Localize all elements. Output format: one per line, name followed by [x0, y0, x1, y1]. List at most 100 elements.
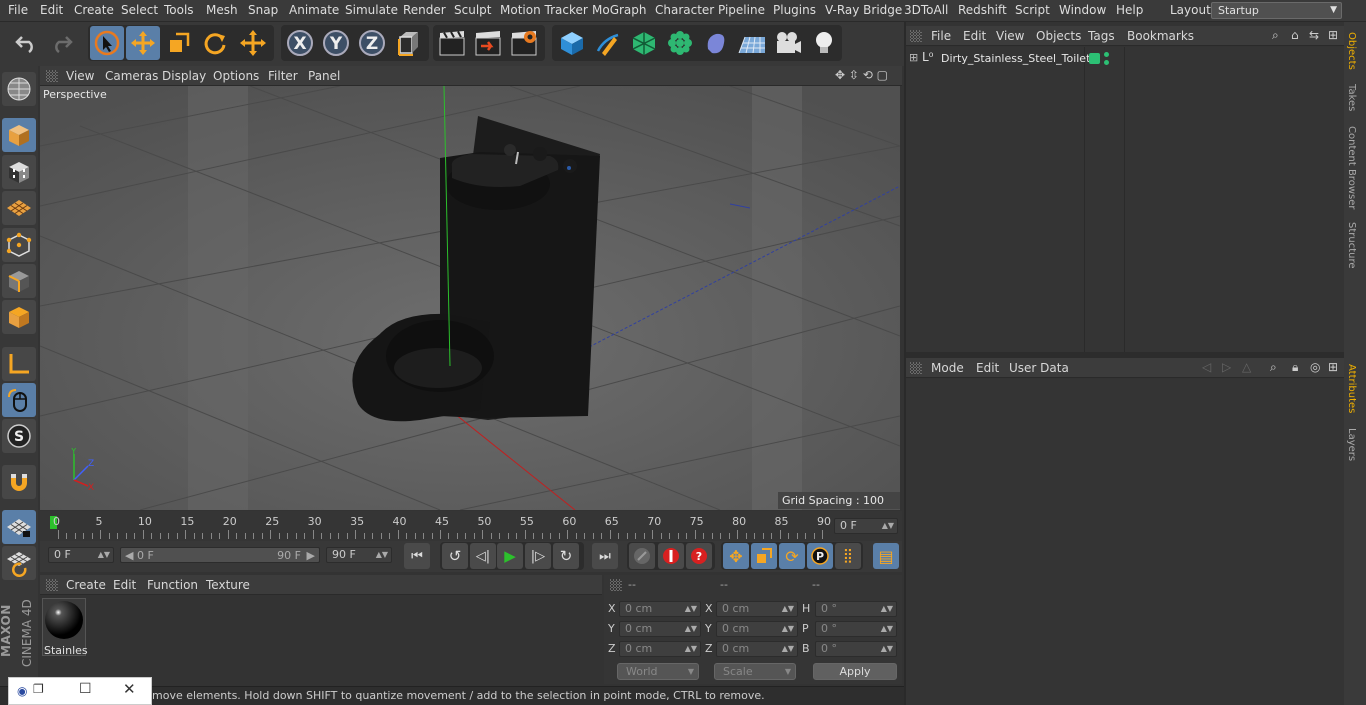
objects-menu-file[interactable]: File: [931, 29, 951, 43]
viewport-menu-view[interactable]: View: [66, 69, 94, 83]
light-button[interactable]: [807, 26, 841, 60]
workplane-button[interactable]: [2, 191, 36, 225]
make-editable-button[interactable]: [2, 72, 36, 106]
size-y-field[interactable]: 0 cm ▲▼: [716, 621, 798, 637]
key-rotation-button[interactable]: ⟳: [779, 543, 805, 569]
lock-icon[interactable]: 🔒︎: [1292, 360, 1298, 375]
tab-attributes[interactable]: Attributes: [1346, 364, 1357, 413]
menu-tools[interactable]: Tools: [164, 3, 194, 17]
autokey-button[interactable]: ?: [686, 543, 712, 569]
key-scale-button[interactable]: [751, 543, 777, 569]
recent-tool-button[interactable]: [236, 26, 270, 60]
back-icon[interactable]: ⇆: [1309, 28, 1319, 42]
menu-sculpt[interactable]: Sculpt: [454, 3, 491, 17]
deformer-button[interactable]: [699, 26, 733, 60]
coord-scale-select[interactable]: Scale ▼: [714, 663, 796, 680]
tab-objects[interactable]: Objects: [1346, 32, 1357, 70]
cloner-button[interactable]: [663, 26, 697, 60]
menu-animate[interactable]: Animate: [289, 3, 339, 17]
workplane-lock-button[interactable]: [2, 510, 36, 544]
nav-forward-icon[interactable]: ▷: [1222, 360, 1231, 374]
points-mode-button[interactable]: [2, 228, 36, 262]
menu-window[interactable]: Window: [1059, 3, 1106, 17]
tab-layers[interactable]: Layers: [1346, 428, 1357, 461]
menu-character[interactable]: Character: [655, 3, 714, 17]
move-tool-button[interactable]: [126, 26, 160, 60]
target-icon[interactable]: ◎: [1310, 360, 1320, 374]
key-pla-button[interactable]: ⣿: [835, 543, 861, 569]
record-disabled-button[interactable]: [629, 543, 655, 569]
object-row[interactable]: ⊞ L⁰ Dirty_Stainless_Steel_Toilet: [906, 50, 1344, 68]
nav-up-icon[interactable]: △: [1242, 360, 1251, 374]
solo-button[interactable]: S: [2, 419, 36, 453]
apply-button[interactable]: Apply: [813, 663, 897, 680]
frame-range-slider[interactable]: ◀ 0 F 90 F ▶: [120, 547, 320, 563]
layout-select[interactable]: Startup ▼: [1211, 2, 1342, 19]
menu-edit[interactable]: Edit: [40, 3, 63, 17]
objects-menu-objects[interactable]: Objects: [1036, 29, 1081, 43]
menu-simulate[interactable]: Simulate: [345, 3, 398, 17]
material-menu-create[interactable]: Create: [66, 578, 106, 592]
menu-file[interactable]: File: [8, 3, 28, 17]
home-icon[interactable]: ⌂: [1291, 28, 1299, 42]
tweak-mode-button[interactable]: [2, 383, 36, 417]
record-button[interactable]: [658, 543, 684, 569]
next-frame-button[interactable]: |▷: [525, 543, 551, 569]
tab-structure[interactable]: Structure: [1346, 222, 1357, 269]
z-axis-button[interactable]: Z: [355, 26, 389, 60]
search-icon[interactable]: ⌕: [1272, 28, 1279, 43]
render-picture-viewer-button[interactable]: [471, 26, 505, 60]
play-button[interactable]: ▶: [497, 543, 523, 569]
menu-3dtoall[interactable]: 3DToAll: [904, 3, 948, 17]
x-axis-button[interactable]: X: [283, 26, 317, 60]
viewport-menu-filter[interactable]: Filter: [268, 69, 298, 83]
floor-button[interactable]: [735, 26, 769, 60]
menu-pipeline[interactable]: Pipeline: [718, 3, 765, 17]
objects-menu-bookmarks[interactable]: Bookmarks: [1127, 29, 1194, 43]
menu-plugins[interactable]: Plugins: [773, 3, 816, 17]
key-position-button[interactable]: ✥: [723, 543, 749, 569]
rotate-tool-button[interactable]: [198, 26, 232, 60]
rotation-h-field[interactable]: 0 ° ▲▼: [815, 601, 897, 617]
menu-create[interactable]: Create: [74, 3, 114, 17]
workplane-snap-button[interactable]: [2, 546, 36, 580]
nav-back-icon[interactable]: ◁: [1202, 360, 1211, 374]
restore-icon[interactable]: ❐: [33, 682, 44, 696]
expand-icon[interactable]: ⊞: [909, 51, 918, 64]
attributes-menu-user-data[interactable]: User Data: [1009, 361, 1069, 375]
rotation-b-field[interactable]: 0 ° ▲▼: [815, 641, 897, 657]
menu-help[interactable]: Help: [1116, 3, 1143, 17]
menu-redshift[interactable]: Redshift: [958, 3, 1007, 17]
coord-world-select[interactable]: World ▼: [617, 663, 699, 680]
axis-mode-button[interactable]: [2, 347, 36, 381]
maximize-icon[interactable]: ☐: [79, 681, 92, 697]
size-x-field[interactable]: 0 cm ▲▼: [716, 601, 798, 617]
pen-button[interactable]: [591, 26, 625, 60]
material-menu-function[interactable]: Function: [147, 578, 198, 592]
menu-vray-bridge[interactable]: V-Ray Bridge: [825, 3, 902, 17]
viewport-menu-options[interactable]: Options: [213, 69, 259, 83]
objects-menu-view[interactable]: View: [996, 29, 1024, 43]
start-frame-field[interactable]: 0 F ▲▼: [48, 547, 114, 563]
redo-button[interactable]: [45, 26, 79, 60]
tab-takes[interactable]: Takes: [1346, 84, 1357, 111]
objects-menu-tags[interactable]: Tags: [1088, 29, 1115, 43]
menu-script[interactable]: Script: [1015, 3, 1050, 17]
rotation-p-field[interactable]: 0 ° ▲▼: [815, 621, 897, 637]
snap-button[interactable]: [2, 465, 36, 499]
attributes-menu-edit[interactable]: Edit: [976, 361, 999, 375]
menu-mesh[interactable]: Mesh: [206, 3, 238, 17]
cube-button[interactable]: [555, 26, 589, 60]
end-frame-field[interactable]: 90 F ▲▼: [326, 547, 392, 563]
position-z-field[interactable]: 0 cm ▲▼: [619, 641, 701, 657]
menu-render[interactable]: Render: [403, 3, 446, 17]
attributes-menu-mode[interactable]: Mode: [931, 361, 964, 375]
select-tool-button[interactable]: [90, 26, 124, 60]
next-key-button[interactable]: ↻: [553, 543, 579, 569]
viewport-menu-panel[interactable]: Panel: [308, 69, 340, 83]
render-view-button[interactable]: [435, 26, 469, 60]
y-axis-button[interactable]: Y: [319, 26, 353, 60]
timeline-window-button[interactable]: ▤: [873, 543, 899, 569]
size-z-field[interactable]: 0 cm ▲▼: [716, 641, 798, 657]
coord-system-button[interactable]: [392, 26, 426, 60]
